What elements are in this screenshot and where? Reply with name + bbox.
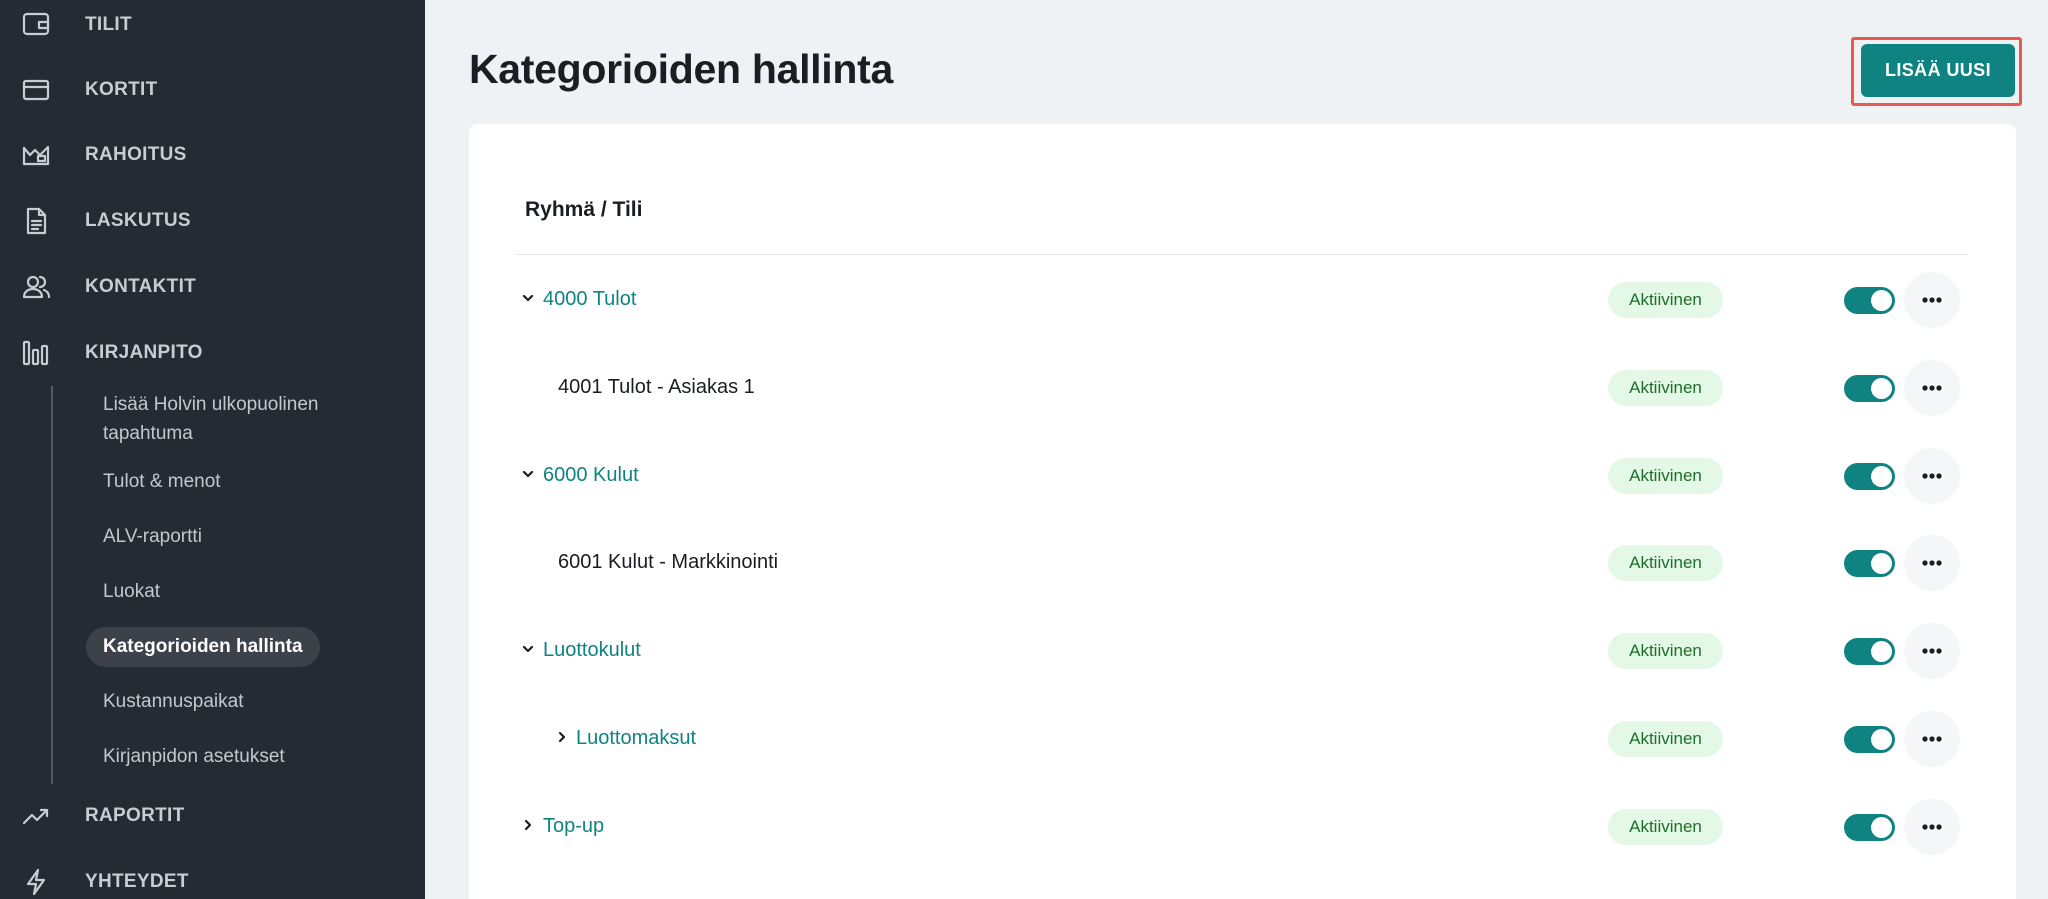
more-options-button[interactable]: [1904, 272, 1960, 328]
table-row: Top-up Aktiivinen: [516, 799, 1968, 855]
nav-item-label: RAPORTIT: [85, 805, 185, 826]
category-name-link[interactable]: Luottokulut: [543, 639, 641, 662]
contacts-icon: [20, 271, 52, 303]
more-icon: [1922, 560, 1942, 566]
category-name-link[interactable]: Top-up: [543, 815, 604, 838]
active-toggle[interactable]: [1844, 375, 1895, 402]
nav-item-laskutus[interactable]: LASKUTUS: [0, 196, 425, 246]
nav-item-label: KIRJANPITO: [85, 342, 203, 363]
subnav-item-kirjanpidon-asetukset[interactable]: Kirjanpidon asetukset: [103, 742, 403, 771]
nav-item-label: KONTAKTIT: [85, 276, 197, 297]
active-toggle[interactable]: [1844, 726, 1895, 753]
column-header: Ryhmä / Tili: [525, 198, 643, 221]
chevron-right-icon[interactable]: [554, 729, 574, 749]
more-icon: [1922, 648, 1942, 654]
subnav-item-kategorioiden-hallinta[interactable]: Kategorioiden hallinta: [86, 627, 320, 667]
status-badge: Aktiivinen: [1608, 370, 1723, 406]
more-options-button[interactable]: [1904, 799, 1960, 855]
chevron-right-icon[interactable]: [520, 817, 540, 837]
nav-item-rahoitus[interactable]: RAHOITUS: [0, 130, 425, 180]
status-badge: Aktiivinen: [1608, 545, 1723, 581]
nav-item-kontaktit[interactable]: KONTAKTIT: [0, 262, 425, 312]
status-badge: Aktiivinen: [1608, 458, 1723, 494]
nav-item-tilit[interactable]: TILIT: [0, 0, 425, 50]
table-row: Luottomaksut Aktiivinen: [516, 711, 1968, 767]
chevron-down-icon[interactable]: [520, 290, 540, 310]
subnav-item-kustannuspaikat[interactable]: Kustannuspaikat: [103, 687, 403, 716]
nav-item-kirjanpito[interactable]: KIRJANPITO: [0, 328, 425, 378]
more-icon: [1922, 473, 1942, 479]
active-toggle[interactable]: [1844, 463, 1895, 490]
category-name-link[interactable]: 4000 Tulot: [543, 288, 636, 311]
financing-icon: [20, 139, 52, 171]
category-card: [469, 124, 2016, 899]
document-icon: [20, 205, 52, 237]
active-toggle[interactable]: [1844, 638, 1895, 665]
nav-item-yhteydet[interactable]: YHTEYDET: [0, 857, 425, 899]
lightning-icon: [20, 866, 52, 898]
table-row: Luottokulut Aktiivinen: [516, 623, 1968, 679]
status-badge: Aktiivinen: [1608, 282, 1723, 318]
more-icon: [1922, 824, 1942, 830]
more-options-button[interactable]: [1904, 360, 1960, 416]
nav-item-kortit[interactable]: KORTIT: [0, 65, 425, 115]
active-toggle[interactable]: [1844, 550, 1895, 577]
more-options-button[interactable]: [1904, 623, 1960, 679]
nav-item-label: YHTEYDET: [85, 871, 189, 892]
nav-item-label: LASKUTUS: [85, 210, 191, 231]
category-name-link[interactable]: Luottomaksut: [576, 727, 696, 750]
more-icon: [1922, 385, 1942, 391]
more-icon: [1922, 736, 1942, 742]
nav-item-label: KORTIT: [85, 79, 158, 100]
more-options-button[interactable]: [1904, 535, 1960, 591]
status-badge: Aktiivinen: [1608, 809, 1723, 845]
table-row: 4001 Tulot - Asiakas 1 Aktiivinen: [516, 360, 1968, 416]
card-icon: [20, 74, 52, 106]
add-new-button[interactable]: LISÄÄ UUSI: [1861, 44, 2015, 97]
account-name: 4001 Tulot - Asiakas 1: [558, 376, 755, 398]
more-icon: [1922, 297, 1942, 303]
table-row: 4000 Tulot Aktiivinen: [516, 272, 1968, 328]
status-badge: Aktiivinen: [1608, 721, 1723, 757]
header-divider: [516, 254, 1968, 255]
table-row: 6000 Kulut Aktiivinen: [516, 448, 1968, 504]
account-name: 6001 Kulut - Markkinointi: [558, 551, 779, 573]
subnav-item-luokat[interactable]: Luokat: [103, 577, 403, 606]
nav-item-label: TILIT: [85, 14, 132, 35]
subnav-item-tulot-menot[interactable]: Tulot & menot: [103, 467, 403, 496]
subnav-line: [51, 386, 53, 784]
subnav-item-alv-raportti[interactable]: ALV-raportti: [103, 522, 403, 551]
subnav-item-ulkopuolinen-tapahtuma[interactable]: Lisää Holvin ulkopuolinen tapahtuma: [103, 390, 403, 448]
more-options-button[interactable]: [1904, 448, 1960, 504]
bar-chart-icon: [20, 337, 52, 369]
page-title: Kategorioiden hallinta: [469, 46, 893, 92]
active-toggle[interactable]: [1844, 814, 1895, 841]
nav-item-label: RAHOITUS: [85, 144, 187, 165]
nav-item-raportit[interactable]: RAPORTIT: [0, 791, 425, 841]
category-name-link[interactable]: 6000 Kulut: [543, 464, 639, 487]
wallet-icon: [20, 9, 52, 41]
active-toggle[interactable]: [1844, 287, 1895, 314]
sidebar: TILIT KORTIT RAHOITUS LASKUTUS KONTAKTIT…: [0, 0, 425, 899]
chevron-down-icon[interactable]: [520, 641, 540, 661]
trend-icon: [20, 800, 52, 832]
table-row: 6001 Kulut - Markkinointi Aktiivinen: [516, 535, 1968, 591]
more-options-button[interactable]: [1904, 711, 1960, 767]
status-badge: Aktiivinen: [1608, 633, 1723, 669]
chevron-down-icon[interactable]: [520, 466, 540, 486]
